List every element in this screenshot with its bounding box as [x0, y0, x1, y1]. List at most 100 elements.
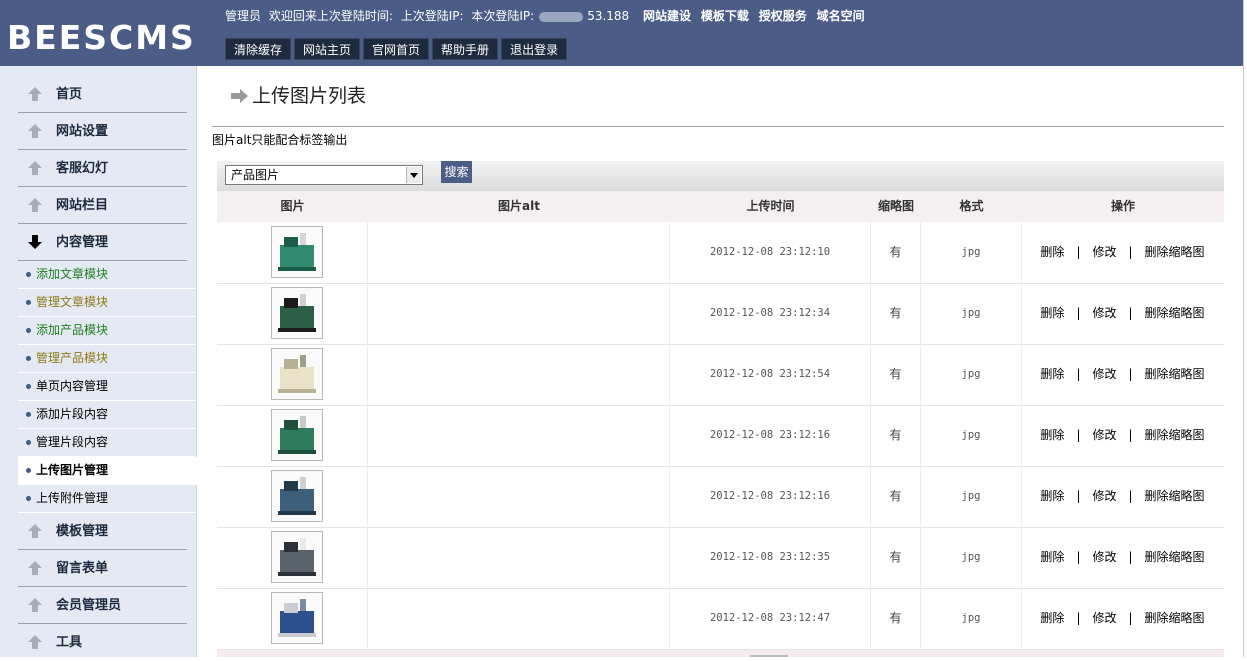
- delete-link[interactable]: 删除: [1040, 611, 1064, 625]
- format-cell: jpg: [921, 466, 1022, 527]
- table-header: 图片 图片alt 上传时间 缩略图 格式 操作: [217, 191, 1224, 222]
- clear-cache-button[interactable]: 清除缓存: [225, 38, 292, 60]
- sidebar-subitem-label: 管理片段内容: [36, 435, 109, 449]
- sidebar-subitem-manage-fragment[interactable]: 管理片段内容: [18, 429, 196, 457]
- edit-link[interactable]: 修改: [1092, 428, 1116, 442]
- time-cell: 2012-12-08 23:12:54: [670, 344, 871, 405]
- image-cell: [217, 222, 368, 283]
- sidebar-item-guestbook[interactable]: 留言表单: [18, 550, 187, 587]
- product-thumbnail[interactable]: [271, 470, 323, 522]
- sidebar-subitem-add-product[interactable]: 添加产品模块: [18, 317, 196, 345]
- sidebar-item-home[interactable]: 首页: [18, 76, 187, 113]
- sidebar-item-members[interactable]: 会员管理员: [18, 587, 187, 624]
- edit-link[interactable]: 修改: [1092, 489, 1116, 503]
- machine-image-icon: [272, 532, 322, 582]
- up-arrow-icon: [28, 635, 42, 649]
- image-cell: [217, 283, 368, 344]
- filter-toolbar: 产品图片 搜索: [217, 161, 1224, 191]
- row-actions: 删除 | 修改 | 删除缩略图: [1022, 527, 1223, 588]
- machine-image-icon: [272, 410, 322, 460]
- file-format: jpg: [961, 429, 981, 441]
- sidebar-item-service-slides[interactable]: 客服幻灯: [18, 150, 187, 187]
- machine-image-icon: [272, 593, 322, 643]
- edit-link[interactable]: 修改: [1092, 611, 1116, 625]
- thumb-cell: 有: [871, 344, 921, 405]
- edit-link[interactable]: 修改: [1092, 245, 1116, 259]
- sidebar-subitem-label: 单页内容管理: [36, 379, 109, 393]
- site-home-button[interactable]: 网站主页: [294, 38, 361, 60]
- alt-cell: [368, 466, 670, 527]
- file-format: jpg: [961, 246, 981, 258]
- delete-thumbnail-link[interactable]: 删除缩略图: [1145, 489, 1205, 503]
- category-select[interactable]: 产品图片: [225, 165, 423, 185]
- sidebar-subitem-single-page[interactable]: 单页内容管理: [18, 373, 196, 401]
- delete-thumbnail-link[interactable]: 删除缩略图: [1145, 306, 1205, 320]
- col-actions: 操作: [1110, 199, 1135, 213]
- search-button[interactable]: 搜索: [441, 161, 472, 183]
- official-home-button[interactable]: 官网首页: [363, 38, 430, 60]
- edit-link[interactable]: 修改: [1092, 306, 1116, 320]
- delete-thumbnail-link[interactable]: 删除缩略图: [1145, 611, 1205, 625]
- sidebar-item-site-settings[interactable]: 网站设置: [18, 113, 187, 150]
- product-thumbnail[interactable]: [271, 287, 323, 339]
- edit-link[interactable]: 修改: [1092, 367, 1116, 381]
- user-role: 管理员: [225, 9, 262, 23]
- separator: |: [1128, 367, 1133, 381]
- delete-link[interactable]: 删除: [1040, 306, 1064, 320]
- link-domain-hosting[interactable]: 域名空间: [817, 9, 865, 23]
- actions-cell: 删除 | 修改 | 删除缩略图: [1022, 283, 1224, 344]
- login-info: 管理员 欢迎回来上次登陆时间: 上次登陆IP: 本次登陆IP: 53.188 网站…: [225, 7, 869, 25]
- format-cell: jpg: [921, 405, 1022, 466]
- product-thumbnail[interactable]: [271, 409, 323, 461]
- format-cell: jpg: [921, 283, 1022, 344]
- delete-link[interactable]: 删除: [1040, 428, 1064, 442]
- sidebar-item-templates[interactable]: 模板管理: [18, 513, 187, 550]
- product-thumbnail[interactable]: [271, 348, 323, 400]
- alt-cell: [368, 222, 670, 283]
- delete-thumbnail-link[interactable]: 删除缩略图: [1145, 428, 1205, 442]
- sidebar-subitem-upload-attachments[interactable]: 上传附件管理: [18, 485, 196, 513]
- logout-button[interactable]: 退出登录: [501, 38, 568, 60]
- col-upload-time: 上传时间: [746, 199, 795, 213]
- time-cell: 2012-12-08 23:12:16: [670, 466, 871, 527]
- row-actions: 删除 | 修改 | 删除缩略图: [1022, 405, 1223, 466]
- separator: |: [1128, 428, 1133, 442]
- right-arrow-icon: [231, 89, 248, 103]
- delete-thumbnail-link[interactable]: 删除缩略图: [1145, 245, 1205, 259]
- product-thumbnail[interactable]: [271, 592, 323, 644]
- link-license-service[interactable]: 授权服务: [759, 9, 807, 23]
- sidebar-item-site-columns[interactable]: 网站栏目: [18, 187, 187, 224]
- link-site-build[interactable]: 网站建设: [643, 9, 691, 23]
- delete-thumbnail-link[interactable]: 删除缩略图: [1145, 367, 1205, 381]
- image-cell: [217, 527, 368, 588]
- link-template-download[interactable]: 模板下载: [701, 9, 749, 23]
- sidebar-subitem-add-fragment[interactable]: 添加片段内容: [18, 401, 196, 429]
- edit-link[interactable]: 修改: [1092, 550, 1116, 564]
- sidebar-item-content-management[interactable]: 内容管理: [18, 224, 187, 261]
- delete-link[interactable]: 删除: [1040, 367, 1064, 381]
- bullet-icon: [26, 440, 31, 445]
- separator: |: [1076, 428, 1081, 442]
- sidebar-subitem-upload-images[interactable]: 上传图片管理: [18, 457, 197, 485]
- product-thumbnail[interactable]: [271, 531, 323, 583]
- welcome-text: 欢迎回来上次登陆时间:: [268, 9, 393, 23]
- sidebar-item-tools[interactable]: 工具: [18, 624, 187, 660]
- product-thumbnail[interactable]: [271, 226, 323, 278]
- row-actions: 删除 | 修改 | 删除缩略图: [1022, 466, 1223, 527]
- help-manual-button[interactable]: 帮助手册: [432, 38, 499, 60]
- sidebar-subitem-manage-article[interactable]: 管理文章模块: [18, 289, 196, 317]
- has-thumbnail: 有: [889, 489, 902, 503]
- delete-link[interactable]: 删除: [1040, 245, 1064, 259]
- delete-link[interactable]: 删除: [1040, 550, 1064, 564]
- sidebar-subitem-add-article[interactable]: 添加文章模块: [18, 261, 196, 289]
- file-format: jpg: [961, 307, 981, 319]
- separator: |: [1076, 367, 1081, 381]
- top-header: BEESCMS 管理员 欢迎回来上次登陆时间: 上次登陆IP: 本次登陆IP: 5…: [0, 0, 1243, 66]
- delete-thumbnail-link[interactable]: 删除缩略图: [1145, 550, 1205, 564]
- table-row: 2012-12-08 23:12:16 有 jpg 删除 | 修改 | 删除缩略图: [217, 405, 1224, 467]
- actions-cell: 删除 | 修改 | 删除缩略图: [1022, 344, 1224, 405]
- delete-link[interactable]: 删除: [1040, 489, 1064, 503]
- sidebar-subitem-manage-product[interactable]: 管理产品模块: [18, 345, 196, 373]
- category-select-value: 产品图片: [231, 168, 280, 182]
- alt-cell: [368, 527, 670, 588]
